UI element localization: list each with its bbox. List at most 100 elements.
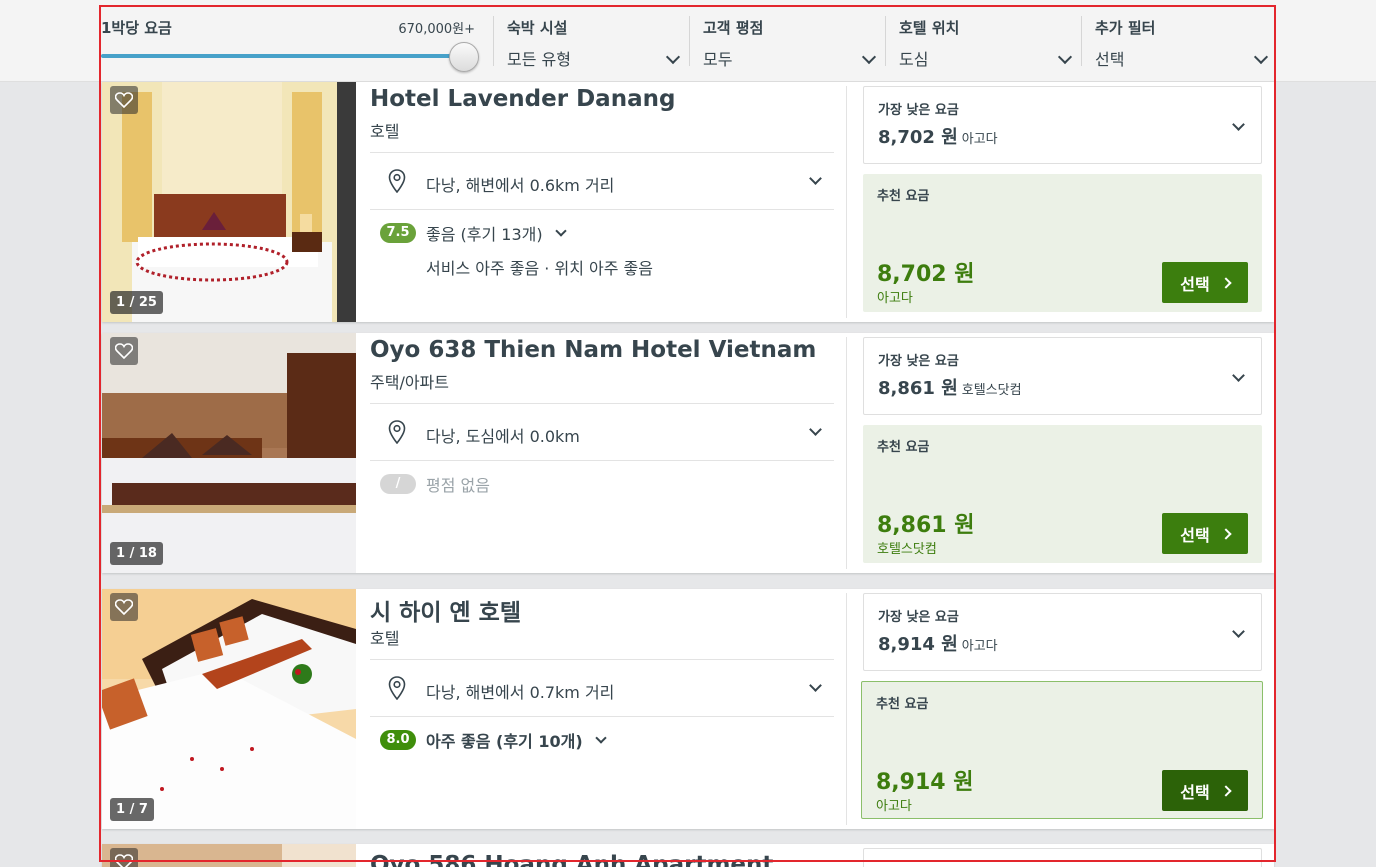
rating-row[interactable]: 8.0 아주 좋음 (후기 10개): [380, 728, 607, 752]
recommended-price-label: 추천 요금: [877, 189, 930, 204]
hotel-card[interactable]: 1 / 25 Hotel Lavender Danang 호텔 다낭, 해변에서…: [102, 82, 1274, 322]
lowest-price-label: 가장 낮은 요금: [878, 103, 959, 118]
hotel-type: 호텔: [370, 122, 400, 141]
heart-icon[interactable]: [110, 593, 138, 621]
hotel-type: 주택/아파트: [370, 373, 449, 392]
select-button-label: 선택: [1180, 782, 1210, 802]
hotel-location[interactable]: 다낭, 해변에서 0.6km 거리: [426, 172, 614, 196]
hotel-name[interactable]: Hotel Lavender Danang: [370, 86, 675, 112]
recommended-provider: 호텔스닷컴: [877, 542, 937, 557]
hotel-photo-image: [102, 82, 356, 322]
heart-icon[interactable]: [110, 86, 138, 114]
chevron-down-icon: [1232, 625, 1245, 638]
hotel-location[interactable]: 다낭, 도심에서 0.0km: [426, 423, 580, 447]
chevron-right-icon: [1220, 784, 1232, 797]
hotel-info: Oyo 638 Thien Nam Hotel Vietnam 주택/아파트 다…: [370, 333, 834, 573]
hotel-card[interactable]: Oyo 586 Hoang Anh Apartment: [102, 844, 1274, 867]
hotel-photo[interactable]: [102, 844, 356, 867]
lowest-price-box[interactable]: 가장 낮은 요금 8,914 원 아고다: [863, 593, 1262, 671]
hotel-location-filter[interactable]: 호텔 위치 도심: [885, 16, 1080, 69]
hotel-photo[interactable]: 1 / 18: [102, 333, 356, 573]
select-button-label: 선택: [1180, 525, 1210, 545]
chevron-down-icon[interactable]: [809, 679, 822, 692]
hotel-info: Hotel Lavender Danang 호텔 다낭, 해변에서 0.6km …: [370, 82, 834, 322]
hotel-photo-image: [102, 844, 356, 867]
rating-highlights: 서비스 아주 좋음 · 위치 아주 좋음: [426, 259, 653, 278]
hotel-card[interactable]: 1 / 7 시 하이 옌 호텔 호텔 다낭, 해변에서 0.7km 거리 8.0…: [102, 589, 1274, 829]
lowest-price-provider: 아고다: [961, 132, 998, 147]
hotel-name[interactable]: Oyo 638 Thien Nam Hotel Vietnam: [370, 337, 816, 363]
photo-counter: 1 / 25: [110, 291, 163, 314]
recommended-price: 8,914 원: [876, 770, 974, 795]
recommended-price-box[interactable]: 추천 요금 8,861 원 호텔스닷컴 선택: [863, 425, 1262, 563]
filter-bar: 1박당 요금 670,000원+ 숙박 시설 모든 유형 고객 평점 모두 호텔…: [0, 0, 1376, 82]
price-slider-track[interactable]: [101, 54, 463, 58]
chevron-down-icon[interactable]: [809, 172, 822, 185]
chevron-right-icon: [1220, 527, 1232, 540]
divider: [370, 716, 834, 717]
divider: [370, 403, 834, 404]
recommended-price-box[interactable]: 추천 요금 8,702 원 아고다 선택: [863, 174, 1262, 312]
hotel-photo[interactable]: 1 / 25: [102, 82, 356, 322]
lodging-type-filter[interactable]: 숙박 시설 모든 유형: [493, 16, 688, 69]
hotel-location-label: 호텔 위치: [899, 19, 960, 37]
chevron-down-icon: [554, 225, 567, 237]
heart-icon[interactable]: [110, 848, 138, 867]
recommended-provider: 아고다: [876, 799, 912, 814]
select-button[interactable]: 선택: [1162, 770, 1248, 811]
chevron-down-icon[interactable]: [809, 423, 822, 436]
rating-text: 좋음 (후기 13개): [426, 225, 543, 244]
location-pin-icon: [388, 676, 406, 700]
chevron-down-icon: [594, 732, 607, 744]
recommended-price: 8,702 원: [877, 262, 975, 287]
chevron-right-icon: [1220, 276, 1232, 289]
more-filters[interactable]: 추가 필터 선택: [1081, 16, 1276, 69]
lowest-price-box[interactable]: 가장 낮은 요금 8,861 원 호텔스닷컴: [863, 337, 1262, 415]
divider: [846, 593, 847, 825]
hotel-info: 시 하이 옌 호텔 호텔 다낭, 해변에서 0.7km 거리 8.0 아주 좋음…: [370, 589, 834, 829]
lowest-price-provider: 호텔스닷컴: [961, 383, 1022, 398]
divider: [370, 659, 834, 660]
lowest-price-box[interactable]: [863, 848, 1262, 867]
rating-badge: 8.0: [380, 730, 416, 750]
guest-rating-label: 고객 평점: [703, 19, 764, 37]
photo-counter: 1 / 7: [110, 798, 154, 821]
price-filter-label: 1박당 요금: [101, 19, 172, 37]
hotel-photo-image: [102, 333, 356, 573]
rating-row: / 평점 없음: [380, 472, 490, 496]
divider: [370, 460, 834, 461]
lowest-price-box[interactable]: 가장 낮은 요금 8,702 원 아고다: [863, 86, 1262, 164]
recommended-price-label: 추천 요금: [876, 697, 929, 712]
hotel-type: 호텔: [370, 629, 400, 648]
guest-rating-filter[interactable]: 고객 평점 모두: [689, 16, 884, 69]
lowest-price: 8,702 원 아고다: [878, 127, 998, 148]
rating-row[interactable]: 7.5 좋음 (후기 13개): [380, 221, 567, 245]
divider: [370, 209, 834, 210]
lowest-price-label: 가장 낮은 요금: [878, 354, 959, 369]
hotel-card[interactable]: 1 / 18 Oyo 638 Thien Nam Hotel Vietnam 주…: [102, 333, 1274, 573]
recommended-price-label: 추천 요금: [877, 440, 930, 455]
hotel-photo[interactable]: 1 / 7: [102, 589, 356, 829]
location-pin-icon: [388, 169, 406, 193]
heart-icon[interactable]: [110, 337, 138, 365]
lowest-price-provider: 아고다: [961, 639, 998, 654]
rating-badge: /: [380, 474, 416, 494]
hotel-photo-image: [102, 589, 356, 829]
chevron-down-icon: [1232, 118, 1245, 131]
rating-text: 평점 없음: [426, 476, 490, 495]
rating-text: 아주 좋음 (후기 10개): [426, 732, 583, 751]
divider: [846, 86, 847, 318]
more-filters-label: 추가 필터: [1095, 19, 1156, 37]
select-button-label: 선택: [1180, 274, 1210, 294]
lowest-price: 8,914 원 아고다: [878, 634, 998, 655]
price-slider-handle[interactable]: [449, 42, 479, 72]
price-filter-value: 670,000원+: [398, 22, 475, 37]
hotel-name[interactable]: Oyo 586 Hoang Anh Apartment: [370, 852, 773, 867]
lodging-type-value: 모든 유형: [507, 50, 571, 69]
hotel-name[interactable]: 시 하이 옌 호텔: [370, 593, 521, 627]
select-button[interactable]: 선택: [1162, 513, 1248, 554]
recommended-price-box[interactable]: 추천 요금 8,914 원 아고다 선택: [861, 681, 1263, 819]
divider: [846, 337, 847, 569]
hotel-location[interactable]: 다낭, 해변에서 0.7km 거리: [426, 679, 614, 703]
select-button[interactable]: 선택: [1162, 262, 1248, 303]
